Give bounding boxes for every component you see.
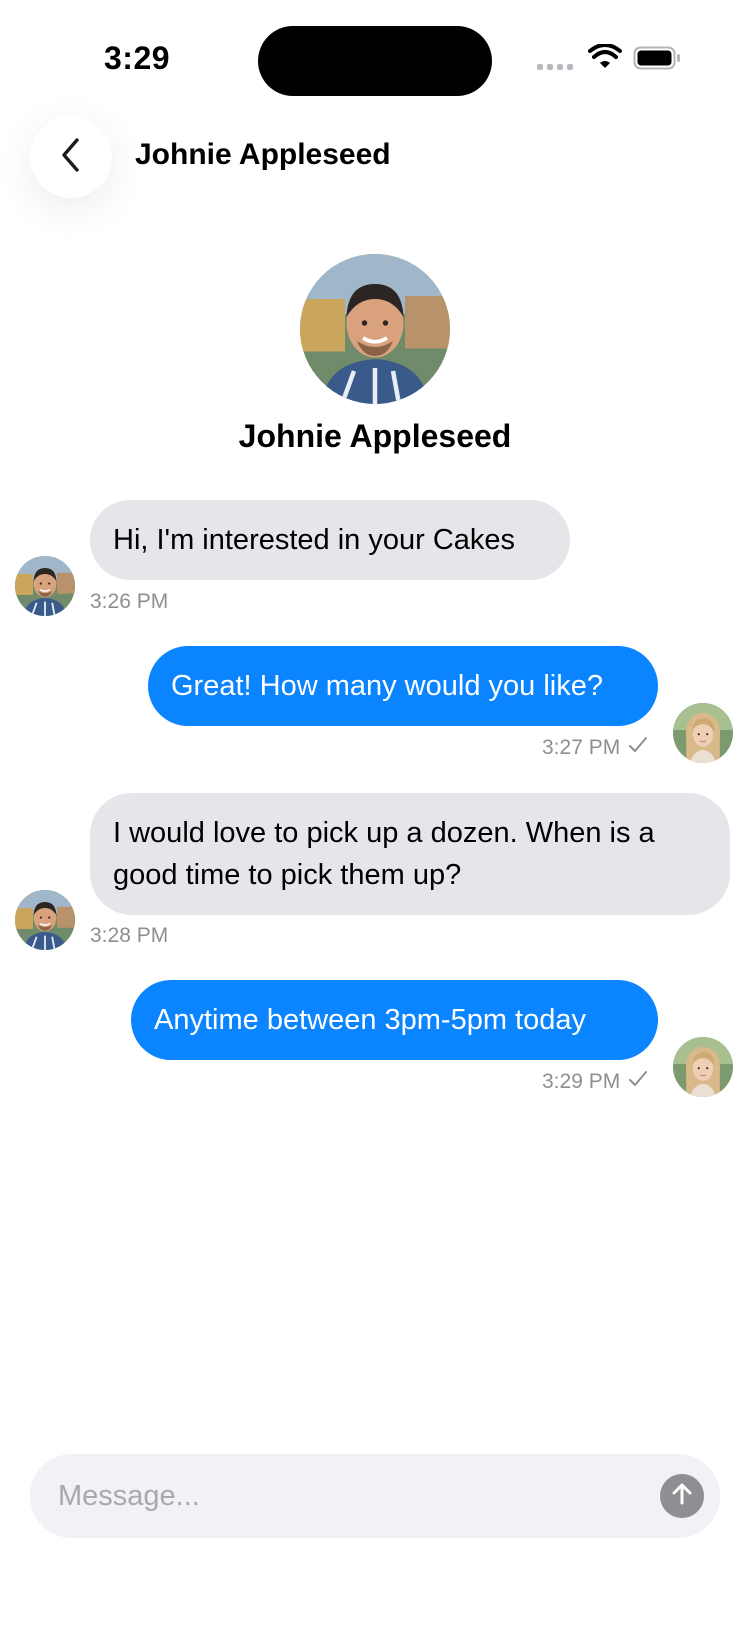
message-text: Anytime between 3pm-5pm today [154,1004,586,1036]
arrow-up-icon [671,1482,693,1511]
send-button[interactable] [660,1474,704,1518]
checkmark-icon [628,736,648,760]
battery-icon [633,46,681,75]
message-timestamp: 3:29 PM [542,1070,621,1093]
message-timestamp: 3:27 PM [542,736,621,759]
user-avatar [673,703,733,763]
message-meta: 3:29 PM [542,1070,648,1094]
message-text: I would love to pick up a dozen. When is… [113,817,655,891]
message-timestamp: 3:26 PM [90,590,169,613]
message-bubble-incoming[interactable]: I would love to pick up a dozen. When is… [90,793,730,915]
user-avatar [673,1037,733,1097]
dynamic-island [258,26,492,96]
message-meta: 3:27 PM [542,736,648,760]
contact-avatar [15,890,75,950]
message-bubble-outgoing[interactable]: Anytime between 3pm-5pm today [131,980,658,1060]
message-text: Great! How many would you like? [171,670,603,702]
status-time: 3:29 [104,40,171,76]
message-timestamp: 3:28 PM [90,924,169,947]
message-text: Hi, I'm interested in your Cakes [113,524,516,556]
message-input[interactable] [58,1454,638,1538]
profile-avatar[interactable] [300,254,450,404]
profile-name: Johnie Appleseed [238,418,512,454]
wifi-icon [588,43,622,75]
chevron-left-icon [58,137,84,178]
chat-screen: 3:29 Johnie Appleseed Johnie Appleseed H… [0,0,750,1630]
message-bubble-outgoing[interactable]: Great! How many would you like? [148,646,658,726]
back-button[interactable] [30,116,112,198]
message-bubble-incoming[interactable]: Hi, I'm interested in your Cakes [90,500,570,580]
cellular-signal-icon [537,64,573,70]
message-composer [30,1454,720,1538]
header-title: Johnie Appleseed [135,138,391,171]
checkmark-icon [628,1070,648,1094]
contact-avatar [15,556,75,616]
